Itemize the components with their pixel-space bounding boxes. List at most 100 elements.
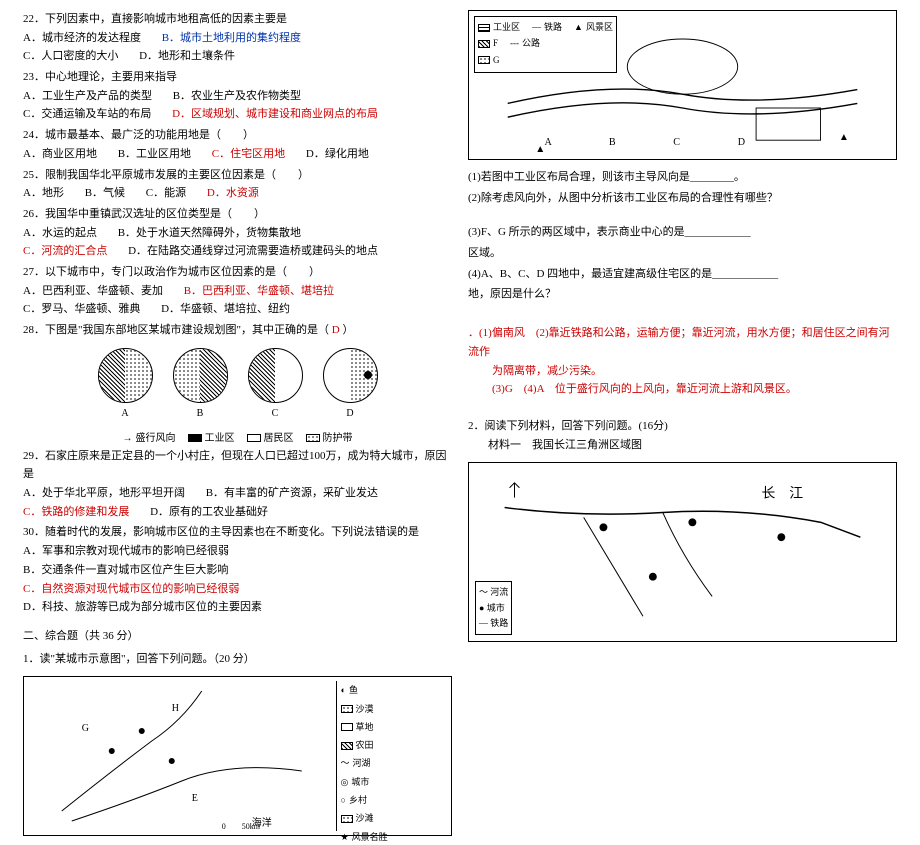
q22-opt-d: D．地形和土壤条件 — [139, 47, 235, 66]
answer-line-3: (3)G (4)A 位于盛行风向的上风向，靠近河流上游和风景区。 — [468, 380, 897, 399]
diagram-a: A — [98, 348, 153, 422]
question-26: 26．我国华中重镇武汉选址的区位类型是（ ） A．水运的起点 B．处于水道天然障… — [23, 205, 452, 261]
legend-f: F --- 公路 — [478, 36, 613, 51]
right-column: 工业区 — 铁路 ▲ 风景区 F --- 公路 G A ▲ B C D ▲ (1… — [460, 10, 905, 640]
diagram-legend: → 盛行风向 工业区 居民区 防护带 — [23, 430, 452, 447]
legend-river-2: ～ 河流 — [479, 585, 508, 600]
q29-opt-d: D．原有的工农业基础好 — [150, 503, 268, 522]
circle-diagrams: A B C D — [23, 348, 452, 422]
city-map: G H E 海洋 0 50km ◐鱼 沙漠 草地 农田 ～河湖 ◎城市 ○乡村 … — [23, 676, 452, 836]
q22-opt-b: B．城市土地利用的集约程度 — [162, 29, 301, 48]
q27-stem: 27．以下城市中，专门以政治作为城市区位因素的是（ ） — [23, 266, 320, 278]
svg-text:G: G — [82, 723, 89, 734]
legend-industrial: 工业区 — [188, 430, 235, 447]
question-24: 24．城市最基本、最广泛的功能用地是（ ） A．商业区用地 B．工业区用地 C．… — [23, 126, 452, 163]
svg-text:B: B — [609, 137, 616, 148]
yangtze-delta-map: 长 江 ～ 河流 ● 城市 — 铁路 — [468, 462, 897, 642]
subquestion-1: 1．读"某城市示意图"，回答下列问题。（20 分） — [23, 650, 452, 669]
q30-opt-c: C．自然资源对现代城市区位的影响已经很弱 — [23, 580, 239, 599]
legend-village: ○乡村 — [341, 793, 444, 808]
q30-stem: 30．随着时代的发展，影响城市区位的主导因素也在不断变化。下列说法错误的是 — [23, 526, 419, 538]
q23-opt-b: B．农业生产及农作物类型 — [173, 87, 301, 106]
city-map-legend: ◐鱼 沙漠 草地 农田 ～河湖 ◎城市 ○乡村 沙滩 ★风景名胜 — [336, 681, 448, 831]
legend-river: ～河湖 — [341, 756, 444, 771]
yangtze-map-legend: ～ 河流 ● 城市 — 铁路 — [475, 581, 512, 635]
legend-farm: 农田 — [341, 738, 444, 753]
question-23: 23．中心地理论，主要用来指导 A．工业生产及产品的类型 B．农业生产及农作物类… — [23, 68, 452, 124]
svg-text:D: D — [738, 137, 745, 148]
left-column: 22．下列因素中，直接影响城市地租高低的因素主要是 A．城市经济的发达程度 B．… — [15, 10, 460, 640]
q25-opt-b: B．气候 — [85, 184, 125, 203]
question-29: 29．石家庄原来是正定县的一个小村庄，但现在人口已超过100万，成为特大城市，原… — [23, 447, 452, 522]
question-30: 30．随着时代的发展，影响城市区位的主导因素也在不断变化。下列说法错误的是 A．… — [23, 523, 452, 616]
svg-text:C: C — [673, 137, 680, 148]
legend-fish: ◐鱼 — [341, 683, 444, 698]
legend-residential: 居民区 — [247, 430, 294, 447]
q22-opt-a: A．城市经济的发达程度 — [23, 29, 141, 48]
sub-3b: 区域。 — [468, 244, 897, 263]
diag-a-label: A — [98, 405, 153, 422]
q24-stem: 24．城市最基本、最广泛的功能用地是（ ） — [23, 129, 254, 141]
city-map-area: G H E 海洋 0 50km — [28, 681, 336, 831]
legend-greenbelt: 防护带 — [306, 430, 353, 447]
sub-3a: (3)F、G 所示的两区域中，表示商业中心的是____________ — [468, 223, 897, 242]
q25-stem: 25．限制我国华北平原城市发展的主要区位因素是（ ） — [23, 169, 309, 181]
q27-opt-c: C．罗马、华盛顿、雅典 — [23, 300, 140, 319]
q28-answer: D — [332, 324, 340, 336]
legend-beach: 沙滩 — [341, 811, 444, 826]
sub-4b: 地，原因是什么？ — [468, 285, 897, 304]
legend-city: ◎城市 — [341, 775, 444, 790]
q26-opt-d: D．在陆路交通线穿过河流需要造桥或建码头的地点 — [128, 242, 378, 261]
diag-b-label: B — [173, 405, 228, 422]
q29-stem: 29．石家庄原来是正定县的一个小村庄，但现在人口已超过100万，成为特大城市，原… — [23, 450, 447, 481]
question-28: 28．下图是"我国东部地区某城市建设规划图"，其中正确的是（ D ） — [23, 321, 452, 340]
q23-opt-c: C．交通运输及车站的布局 — [23, 105, 151, 124]
legend-rail-2: — 铁路 — [479, 616, 508, 631]
svg-text:▲: ▲ — [535, 144, 545, 154]
legend-wind: → 盛行风向 — [123, 430, 176, 447]
q30-opt-d: D．科技、旅游等已成为部分城市区位的主要因素 — [23, 598, 262, 617]
legend-g: G — [478, 53, 613, 68]
q26-opt-a: A．水运的起点 — [23, 224, 97, 243]
svg-text:长 江: 长 江 — [762, 486, 804, 501]
industrial-map: 工业区 — 铁路 ▲ 风景区 F --- 公路 G A ▲ B C D ▲ — [468, 10, 897, 160]
svg-text:▲: ▲ — [839, 132, 849, 143]
diag-d-label: D — [323, 405, 378, 422]
q29-opt-b: B．有丰富的矿产资源，采矿业发达 — [206, 484, 378, 503]
legend-grass: 草地 — [341, 720, 444, 735]
q30-opt-a: A．军事和宗教对现代城市的影响已经很弱 — [23, 542, 229, 561]
q26-stem: 26．我国华中重镇武汉选址的区位类型是（ ） — [23, 208, 265, 220]
svg-text:0 50km: 0 50km — [222, 822, 261, 831]
material-1: 材料一 我国长江三角洲区域图 — [468, 436, 897, 455]
diag-c-label: C — [248, 405, 303, 422]
question-27: 27．以下城市中，专门以政治作为城市区位因素的是（ ） A．巴西利亚、华盛顿、麦… — [23, 263, 452, 319]
q28-stem-post: ） — [342, 324, 353, 336]
q22-stem: 22．下列因素中，直接影响城市地租高低的因素主要是 — [23, 13, 287, 25]
diagram-d: D — [323, 348, 378, 422]
q30-opt-b: B．交通条件一直对城市区位产生巨大影响 — [23, 561, 228, 580]
answer-line-1: ．(1)偏南风 (2)靠近铁路和公路，运输方便；靠近河流，用水方便；和居住区之间… — [468, 324, 897, 361]
legend-ind-zone: 工业区 — 铁路 ▲ 风景区 — [478, 20, 613, 35]
legend-scenic: ★风景名胜 — [341, 830, 444, 845]
q27-opt-b: B．巴西利亚、华盛顿、堪培拉 — [184, 282, 334, 301]
industrial-map-legend: 工业区 — 铁路 ▲ 风景区 F --- 公路 G — [474, 16, 617, 73]
q29-opt-c: C．铁路的修建和发展 — [23, 503, 129, 522]
q27-opt-a: A．巴西利亚、华盛顿、麦加 — [23, 282, 163, 301]
city-map-svg: G H E 海洋 0 50km — [28, 681, 336, 831]
q24-opt-b: B．工业区用地 — [118, 145, 191, 164]
q23-stem: 23．中心地理论，主要用来指导 — [23, 71, 177, 83]
q26-opt-c: C．河流的汇合点 — [23, 242, 107, 261]
diagram-b: B — [173, 348, 228, 422]
q26-opt-b: B．处于水道天然障碍外，货物集散地 — [118, 224, 301, 243]
sub-4a: (4)A、B、C、D 四地中，最适宜建高级住宅区的是____________ — [468, 265, 897, 284]
svg-text:A: A — [545, 137, 553, 148]
q29-opt-a: A．处于华北平原，地形平坦开阔 — [23, 484, 185, 503]
q27-opt-d: D．华盛顿、堪培拉、纽约 — [161, 300, 290, 319]
legend-city-2: ● 城市 — [479, 601, 508, 616]
diagram-c: C — [248, 348, 303, 422]
q23-opt-d: D．区域规划、城市建设和商业网点的布局 — [172, 105, 378, 124]
q25-opt-a: A．地形 — [23, 184, 64, 203]
legend-desert: 沙漠 — [341, 702, 444, 717]
q25-opt-d: D．水资源 — [207, 184, 259, 203]
question-25: 25．限制我国华北平原城市发展的主要区位因素是（ ） A．地形 B．气候 C．能… — [23, 166, 452, 203]
